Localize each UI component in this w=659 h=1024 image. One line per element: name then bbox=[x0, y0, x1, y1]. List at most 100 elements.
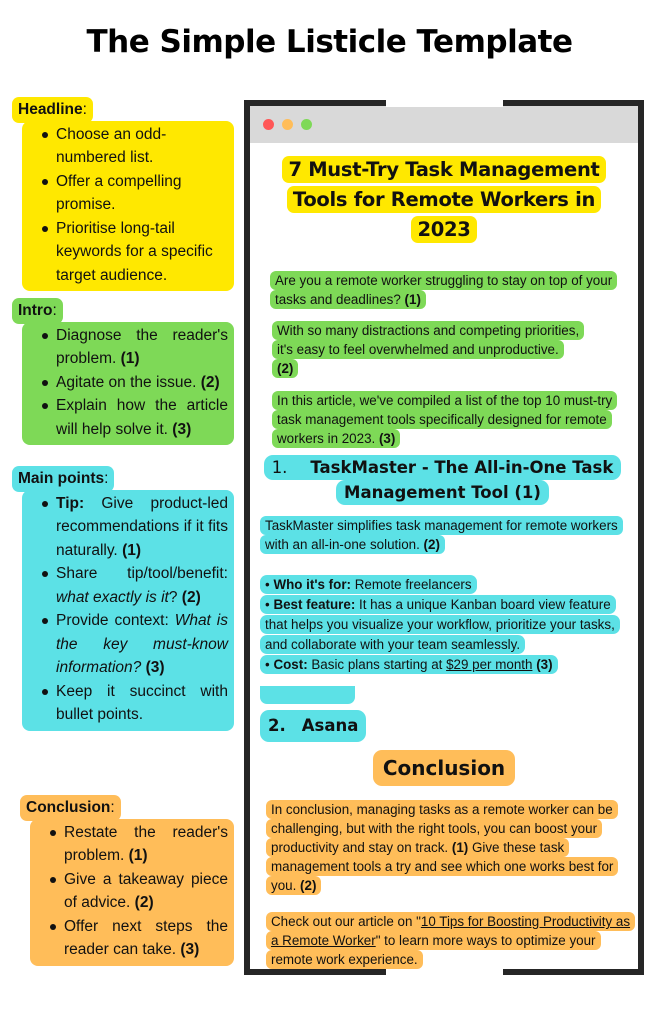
reference-number: (2) bbox=[134, 894, 154, 911]
detail-feature: • Best feature: It has a unique Kanban b… bbox=[260, 595, 630, 655]
list-item-italic: what exactly is it bbox=[56, 588, 169, 606]
list-item-lead: Tip: bbox=[56, 494, 85, 512]
minimize-window-dot-icon bbox=[282, 119, 293, 130]
bullet-icon bbox=[42, 379, 48, 386]
detail-value: Basic plans starting at bbox=[307, 657, 447, 672]
conclusion-paragraph-1: In conclusion, managing tasks as a remot… bbox=[266, 800, 631, 895]
reference-number: (3) bbox=[536, 657, 553, 672]
list-item-text: Offer a compelling promise. bbox=[56, 172, 182, 214]
paragraph-text: With so many distractions and competing … bbox=[277, 323, 580, 357]
highlight: Check out our article on "10 Tips for Bo… bbox=[266, 912, 636, 969]
tool-1-details: • Who it's for: Remote freelancers • Bes… bbox=[260, 575, 630, 675]
reference-number: (3) bbox=[172, 420, 192, 438]
list-number: 1. bbox=[271, 458, 288, 477]
tool-1-description: TaskMaster simplifies task management fo… bbox=[260, 516, 630, 554]
detail-value: Remote freelancers bbox=[351, 577, 472, 592]
list-item: Offer next steps the reader can take. (3… bbox=[36, 915, 228, 962]
highlight: In conclusion, managing tasks as a remot… bbox=[266, 800, 619, 895]
reference-number: (1) bbox=[451, 840, 469, 855]
conclusion-heading-text: Conclusion bbox=[372, 750, 516, 786]
paragraph-text: Are you a remote worker struggling to st… bbox=[275, 273, 613, 307]
detail-cost: • Cost: Basic plans starting at $29 per … bbox=[260, 655, 630, 675]
reference-number: (3) bbox=[145, 659, 165, 676]
highlight: Are you a remote worker struggling to st… bbox=[270, 271, 618, 309]
reference-number: (1) bbox=[128, 847, 148, 864]
guide-list-conclusion: Restate the reader's problem. (1) Give a… bbox=[30, 818, 234, 966]
highlight: With so many distractions and competing … bbox=[272, 321, 585, 378]
highlight: In this article, we've compiled a list o… bbox=[272, 391, 618, 448]
section-label-text: Intro bbox=[18, 302, 53, 319]
colon: : bbox=[110, 799, 115, 816]
article-headline: 7 Must-Try Task Management Tools for Rem… bbox=[272, 155, 616, 245]
list-item: Provide context: What is the key must-kn… bbox=[28, 609, 228, 680]
list-item: Prioritise long-tail keywords for a spec… bbox=[28, 217, 228, 288]
reference-number: (1) bbox=[404, 292, 421, 307]
list-item: Offer a compelling promise. bbox=[28, 170, 228, 217]
bullet-icon bbox=[42, 403, 48, 409]
section-label-text: Main points bbox=[18, 470, 105, 487]
conclusion-heading: Conclusion bbox=[250, 750, 638, 786]
list-item-text: Prioritise long-tail keywords for a spec… bbox=[56, 219, 213, 284]
section-label-text: Conclusion bbox=[26, 799, 111, 816]
guide-headline-section: Headline: Choose an odd-numbered list. O… bbox=[12, 97, 234, 291]
article-content: 7 Must-Try Task Management Tools for Rem… bbox=[250, 143, 638, 969]
colon: : bbox=[82, 101, 87, 118]
reference-number: (2) bbox=[181, 588, 201, 606]
highlight: TaskMaster simplifies task management fo… bbox=[260, 516, 623, 554]
detail-label: Who it's for: bbox=[273, 577, 351, 592]
bullet-icon bbox=[50, 829, 56, 836]
section-label-main-points: Main points: bbox=[12, 466, 115, 492]
reference-number: (3) bbox=[180, 941, 200, 958]
tool-1-heading: 1. TaskMaster - The All-in-One Task Mana… bbox=[260, 455, 625, 505]
bullet-icon: • bbox=[265, 597, 270, 612]
frame-gap-top bbox=[386, 100, 503, 107]
list-item-text: Agitate on the issue. bbox=[56, 373, 201, 391]
paragraph-text: In this article, we've compiled a list o… bbox=[277, 393, 613, 446]
list-item: Give a takeaway piece of advice. (2) bbox=[36, 868, 228, 915]
bullet-icon bbox=[50, 923, 56, 930]
list-number: 2. bbox=[268, 716, 286, 735]
highlight: • Who it's for: Remote freelancers bbox=[260, 575, 477, 594]
bullet-icon bbox=[42, 178, 48, 185]
reference-number: (2) bbox=[200, 373, 220, 391]
list-item-text: Explain how the article will help solve … bbox=[56, 397, 228, 438]
pricing-link[interactable]: $29 per month bbox=[446, 657, 532, 672]
intro-paragraph-3: In this article, we've compiled a list o… bbox=[272, 391, 618, 448]
reference-number: (3) bbox=[378, 431, 396, 446]
list-item-text: Provide context: bbox=[56, 612, 175, 629]
list-item: Diagnose the reader's problem. (1) bbox=[28, 324, 228, 371]
guide-intro-section: Intro: Diagnose the reader's problem. (1… bbox=[12, 298, 234, 445]
paragraph-text: Check out our article on " bbox=[271, 914, 421, 929]
bullet-icon bbox=[42, 688, 48, 695]
frame-gap-bottom bbox=[386, 969, 503, 976]
list-item: Tip: Give product-led recommendations if… bbox=[28, 492, 228, 563]
tool-2-heading: 2. Asana bbox=[260, 710, 367, 742]
detail-who: • Who it's for: Remote freelancers bbox=[260, 575, 630, 595]
bullet-icon bbox=[50, 876, 56, 883]
list-item-text: Choose an odd-numbered list. bbox=[56, 125, 167, 167]
intro-paragraph-1: Are you a remote worker struggling to st… bbox=[270, 271, 620, 309]
article-headline-text: 7 Must-Try Task Management Tools for Rem… bbox=[282, 156, 606, 243]
highlight: • Cost: Basic plans starting at $29 per … bbox=[260, 655, 558, 674]
list-item: Restate the reader's problem. (1) bbox=[36, 821, 228, 868]
detail-label: Cost: bbox=[273, 657, 308, 672]
browser-title-bar bbox=[250, 106, 638, 143]
list-item-text: Offer next steps the reader can take. bbox=[64, 917, 228, 959]
browser-window-mockup: 7 Must-Try Task Management Tools for Rem… bbox=[244, 100, 644, 975]
guide-conclusion-section: Conclusion: Restate the reader's problem… bbox=[20, 795, 234, 966]
guide-list-main-points: Tip: Give product-led recommendations if… bbox=[22, 489, 234, 731]
intro-paragraph-2: With so many distractions and competing … bbox=[272, 321, 585, 378]
bullet-icon: • bbox=[265, 657, 270, 672]
reference-number: (2) bbox=[277, 361, 294, 376]
reference-number: (2) bbox=[300, 878, 317, 893]
tool-heading-text: TaskMaster - The All-in-One Task Managem… bbox=[310, 458, 614, 502]
paragraph-text: TaskMaster simplifies task management fo… bbox=[265, 518, 618, 552]
highlight: 1. TaskMaster - The All-in-One Task Mana… bbox=[263, 455, 622, 505]
reference-number: (2) bbox=[423, 537, 440, 552]
list-item-text: Share tip/tool/benefit: bbox=[56, 565, 228, 582]
maximize-window-dot-icon bbox=[301, 119, 312, 130]
bullet-icon: • bbox=[265, 577, 270, 592]
detail-label: Best feature: bbox=[273, 597, 356, 612]
list-item-text: ? bbox=[168, 588, 182, 606]
tool-heading-text: Asana bbox=[301, 716, 359, 735]
